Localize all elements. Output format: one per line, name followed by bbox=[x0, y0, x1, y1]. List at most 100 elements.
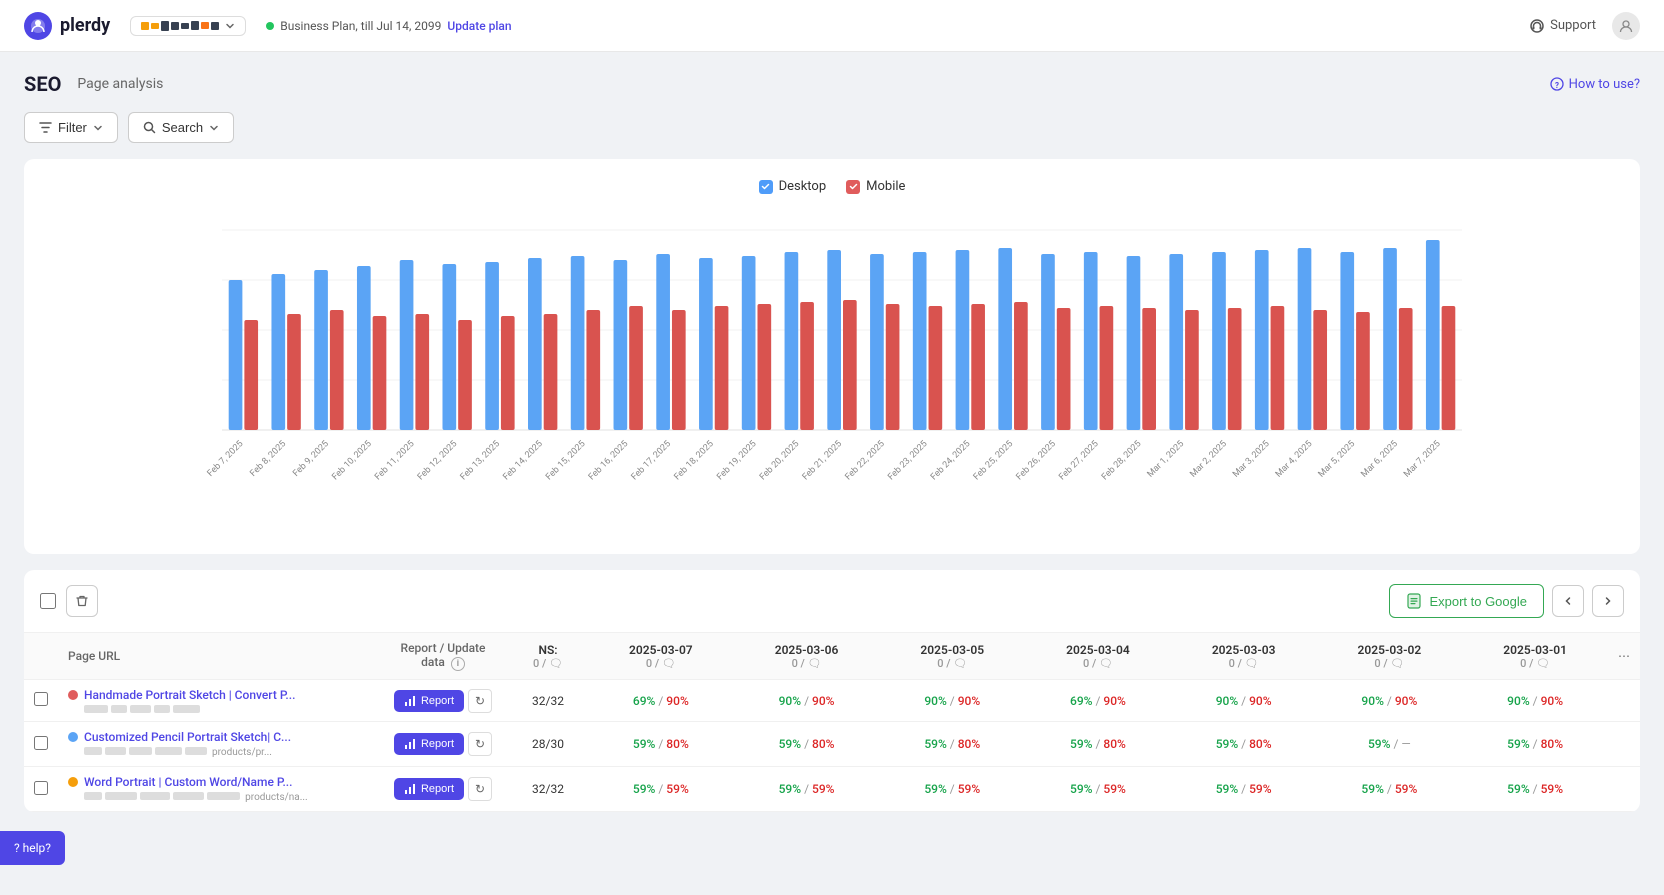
svg-text:Feb 17, 2025: Feb 17, 2025 bbox=[630, 439, 673, 482]
help-button[interactable]: ? help? bbox=[0, 831, 65, 865]
date-1-val: 0 / 🗨 bbox=[744, 657, 870, 670]
svg-text:Feb 26, 2025: Feb 26, 2025 bbox=[1015, 439, 1058, 482]
score-green: 59% bbox=[924, 782, 946, 796]
report-cell: Report ↻ bbox=[378, 767, 508, 812]
score-cell-0-2: 90% / 90% bbox=[879, 680, 1025, 722]
svg-text:Feb 12, 2025: Feb 12, 2025 bbox=[416, 439, 459, 482]
url-col-label: Page URL bbox=[68, 649, 120, 663]
score-red: 90% bbox=[666, 694, 688, 708]
chevron-left-icon bbox=[1563, 596, 1573, 606]
select-all-checkbox[interactable] bbox=[40, 593, 56, 609]
update-plan-link[interactable]: Update plan bbox=[447, 19, 511, 33]
score-green: 59% bbox=[1070, 737, 1092, 751]
report-button-1[interactable]: Report bbox=[394, 733, 464, 755]
score-green: 59% bbox=[1368, 737, 1390, 751]
date-5-label: 2025-03-02 bbox=[1327, 643, 1453, 657]
report-info-icon[interactable]: i bbox=[451, 657, 465, 671]
search-icon bbox=[143, 121, 156, 134]
legend-desktop[interactable]: Desktop bbox=[759, 179, 827, 194]
score-green: 90% bbox=[779, 694, 801, 708]
svg-text:Mar 1, 2025: Mar 1, 2025 bbox=[1146, 439, 1187, 480]
score-red: 90% bbox=[958, 694, 980, 708]
th-checkbox bbox=[24, 633, 58, 680]
url-link-1[interactable]: Customized Pencil Portrait Sketch| C... bbox=[84, 730, 291, 744]
bar-chart: Feb 7, 2025Feb 8, 2025Feb 9, 2025Feb 10,… bbox=[48, 210, 1616, 530]
svg-text:Mar 5, 2025: Mar 5, 2025 bbox=[1317, 439, 1358, 480]
th-date-1: 2025-03-06 0 / 🗨 bbox=[734, 633, 880, 680]
svg-text:Feb 14, 2025: Feb 14, 2025 bbox=[501, 439, 544, 482]
refresh-button-2[interactable]: ↻ bbox=[468, 777, 492, 801]
date-2-label: 2025-03-05 bbox=[889, 643, 1015, 657]
toolbar: Filter Search bbox=[24, 112, 1640, 143]
table-toolbar: Export to Google bbox=[24, 570, 1640, 633]
svg-text:Feb 25, 2025: Feb 25, 2025 bbox=[972, 439, 1015, 482]
score-cell-0-4: 90% / 90% bbox=[1171, 680, 1317, 722]
th-date-3: 2025-03-04 0 / 🗨 bbox=[1025, 633, 1171, 680]
score-green: 90% bbox=[1361, 694, 1383, 708]
svg-text:Feb 21, 2025: Feb 21, 2025 bbox=[801, 439, 844, 482]
legend-mobile[interactable]: Mobile bbox=[846, 179, 905, 194]
user-avatar[interactable] bbox=[1612, 12, 1640, 40]
chart-panel: Desktop Mobile Feb 7, 2025Feb 8, 2025Fe bbox=[24, 159, 1640, 554]
score-red: 59% bbox=[1541, 782, 1563, 796]
prev-page-button[interactable] bbox=[1552, 585, 1584, 617]
report-cell: Report ↻ bbox=[378, 722, 508, 767]
refresh-button-0[interactable]: ↻ bbox=[468, 689, 492, 713]
logo[interactable]: plerdy bbox=[24, 12, 110, 40]
score-green: 59% bbox=[633, 737, 655, 751]
next-page-button[interactable] bbox=[1592, 585, 1624, 617]
date-3-val: 0 / 🗨 bbox=[1035, 657, 1161, 670]
date-4-label: 2025-03-03 bbox=[1181, 643, 1307, 657]
score-green: 59% bbox=[779, 782, 801, 796]
svg-text:Mar 7, 2025: Mar 7, 2025 bbox=[1402, 439, 1443, 480]
score-cell-2-0: 59% / 59% bbox=[588, 767, 734, 812]
score-red: 90% bbox=[812, 694, 834, 708]
score-cell-1-4: 59% / 80% bbox=[1171, 722, 1317, 767]
row-checkbox-2[interactable] bbox=[34, 781, 48, 795]
score-red: 59% bbox=[1395, 782, 1417, 796]
score-cell-0-6: 90% / 90% bbox=[1462, 680, 1608, 722]
score-green: 59% bbox=[779, 737, 801, 751]
search-button[interactable]: Search bbox=[128, 112, 234, 143]
th-date-2: 2025-03-05 0 / 🗨 bbox=[879, 633, 1025, 680]
bar-chart-container: Feb 7, 2025Feb 8, 2025Feb 9, 2025Feb 10,… bbox=[48, 210, 1616, 534]
report-button-0[interactable]: Report bbox=[394, 690, 464, 712]
page-header: SEO Page analysis ? How to use? bbox=[24, 72, 1640, 96]
date-5-val: 0 / 🗨 bbox=[1327, 657, 1453, 670]
score-green: 59% bbox=[1070, 782, 1092, 796]
row-checkbox-0[interactable] bbox=[34, 692, 48, 706]
score-red: 80% bbox=[1249, 737, 1271, 751]
trash-icon bbox=[75, 594, 89, 608]
table-toolbar-right: Export to Google bbox=[1389, 584, 1624, 618]
plan-selector[interactable] bbox=[130, 16, 246, 36]
svg-text:Feb 9, 2025: Feb 9, 2025 bbox=[291, 439, 331, 479]
url-link-2[interactable]: Word Portrait | Custom Word/Name P... bbox=[84, 775, 292, 789]
support-button[interactable]: Support bbox=[1529, 18, 1596, 34]
logo-icon bbox=[24, 12, 52, 40]
url-color-dot bbox=[68, 690, 78, 700]
score-green: 59% bbox=[1507, 782, 1529, 796]
score-cell-2-4: 59% / 59% bbox=[1171, 767, 1317, 812]
svg-text:Feb 24, 2025: Feb 24, 2025 bbox=[929, 439, 972, 482]
url-cell: Handmade Portrait Sketch | Convert P... bbox=[58, 680, 378, 722]
filter-button[interactable]: Filter bbox=[24, 112, 118, 143]
refresh-button-1[interactable]: ↻ bbox=[468, 732, 492, 756]
bar-chart-icon bbox=[404, 695, 416, 707]
how-to-use-link[interactable]: ? How to use? bbox=[1550, 77, 1640, 92]
score-red: 90% bbox=[1541, 694, 1563, 708]
row-checkbox-1[interactable] bbox=[34, 736, 48, 750]
mobile-checkbox bbox=[846, 180, 860, 194]
report-button-2[interactable]: Report bbox=[394, 778, 464, 800]
delete-button[interactable] bbox=[66, 585, 98, 617]
svg-text:Feb 28, 2025: Feb 28, 2025 bbox=[1100, 439, 1143, 482]
th-date-4: 2025-03-03 0 / 🗨 bbox=[1171, 633, 1317, 680]
more-cell bbox=[1608, 680, 1640, 722]
score-red: 59% bbox=[1103, 782, 1125, 796]
svg-text:Feb 10, 2025: Feb 10, 2025 bbox=[330, 439, 373, 482]
th-more: ⋯ bbox=[1608, 633, 1640, 680]
export-google-button[interactable]: Export to Google bbox=[1389, 584, 1544, 618]
svg-text:Feb 23, 2025: Feb 23, 2025 bbox=[886, 439, 929, 482]
score-red: 80% bbox=[1103, 737, 1125, 751]
svg-text:Feb 8, 2025: Feb 8, 2025 bbox=[248, 439, 288, 479]
url-link-0[interactable]: Handmade Portrait Sketch | Convert P... bbox=[84, 688, 295, 702]
